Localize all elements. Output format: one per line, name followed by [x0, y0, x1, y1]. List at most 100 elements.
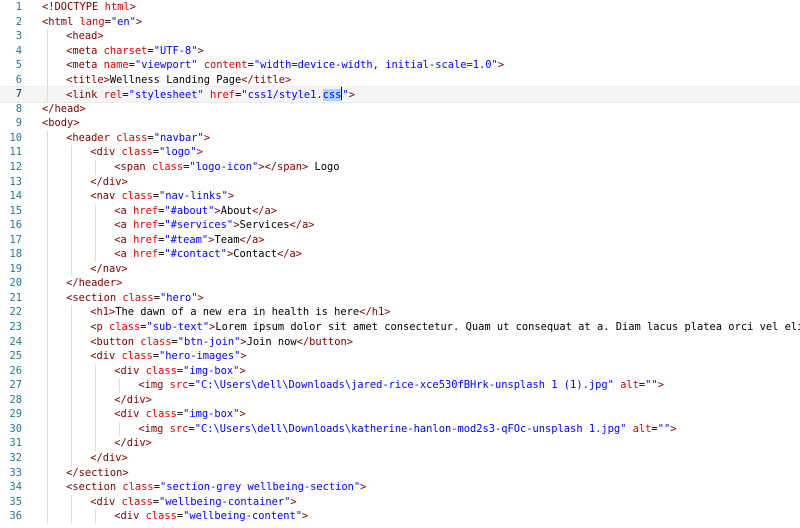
indent-guide — [71, 218, 73, 233]
code-text: <nav class="nav-links"> — [90, 189, 234, 204]
code-token: rel — [103, 89, 123, 102]
indent-guide — [47, 450, 48, 466]
code-token: class — [145, 408, 177, 421]
code-line[interactable]: 3 <head> — [0, 29, 800, 44]
code-line[interactable]: 33 </section> — [0, 465, 800, 481]
code-token: The dawn of a new era in health is here — [115, 306, 360, 319]
line-number: 20 — [9, 277, 22, 290]
code-line[interactable]: 24 <button class="btn-join">Join now</but… — [0, 334, 800, 350]
code-token: </a> — [277, 248, 303, 261]
code-token: Lorem ipsum dolor sit amet consectetur. … — [215, 321, 800, 334]
code-line[interactable]: 5 <meta name="viewport" content="width=de… — [0, 58, 800, 73]
code-line[interactable]: 31 </div> — [0, 436, 800, 451]
indent-guide — [47, 130, 48, 146]
indent-guide — [71, 145, 73, 161]
code-text: </nav> — [90, 262, 128, 277]
code-token: class — [121, 350, 153, 363]
indent-guide — [95, 232, 97, 248]
code-token: </nav> — [90, 262, 128, 275]
code-line[interactable]: 23 <p class="sub-text">Lorem ipsum dolor … — [0, 320, 800, 335]
code-token: </a> — [289, 219, 315, 232]
code-line[interactable]: 10 <header class="navbar"> — [0, 130, 800, 146]
code-line[interactable]: 35 <div class="wellbeing-container"> — [0, 494, 800, 510]
code-token: alt — [632, 422, 652, 435]
indent-guide — [95, 407, 97, 422]
line-number: 11 — [9, 146, 22, 159]
code-token: <div — [114, 510, 146, 523]
code-line[interactable]: 16 <a href="#services">Services</a> — [0, 218, 800, 233]
indent-guide — [47, 436, 48, 451]
code-line[interactable]: 17 <a href="#team">Team</a> — [0, 232, 800, 248]
line-number: 31 — [9, 437, 22, 450]
code-token: > — [360, 481, 367, 494]
code-token: lang — [79, 15, 105, 28]
code-text: <meta charset="UTF-8"> — [66, 44, 204, 59]
code-line[interactable]: 11 <div class="logo"> — [0, 145, 800, 161]
line-number: 29 — [9, 408, 22, 421]
code-line[interactable]: 6 <title>Wellness Landing Page</title> — [0, 72, 800, 88]
line-number: 30 — [9, 422, 22, 435]
code-line[interactable]: 25 <div class="hero-images"> — [0, 349, 800, 364]
indent-guide — [71, 363, 73, 379]
code-token: </head> — [42, 102, 86, 115]
code-token: <section — [66, 291, 123, 304]
code-line[interactable]: 32 </div> — [0, 450, 800, 466]
indent-guide — [47, 378, 48, 393]
code-line[interactable]: 12 <span class="logo-icon"></span> Logo — [0, 160, 800, 175]
indent-guide — [47, 174, 48, 190]
indent-guide — [47, 363, 48, 379]
code-text: </div> — [90, 175, 128, 190]
code-text: <h1>The dawn of a new era in health is h… — [90, 305, 390, 320]
code-line[interactable]: 4 <meta charset="UTF-8"> — [0, 43, 800, 59]
code-token: </a> — [251, 204, 277, 217]
code-line[interactable]: 27 <img src="C:\Users\dell\Downloads\jare… — [0, 378, 800, 393]
code-token: Team — [214, 233, 240, 246]
code-line[interactable]: 34 <section class="section-grey wellbeing… — [0, 480, 800, 495]
code-token: </header> — [66, 277, 123, 290]
code-text: <p class="sub-text">Lorem ipsum dolor si… — [90, 320, 800, 335]
code-text: <img src="C:\Users\dell\Downloads\kather… — [138, 422, 676, 437]
code-text: <head> — [66, 29, 104, 44]
code-token: > — [240, 350, 247, 363]
code-line[interactable]: 20 </header> — [0, 276, 800, 291]
code-line[interactable]: 28 </div> — [0, 392, 800, 408]
indent-guide — [71, 436, 73, 451]
code-token: ></span> — [258, 161, 309, 174]
indent-guide — [47, 189, 48, 204]
code-line[interactable]: 13 </div> — [0, 174, 800, 190]
indent-guide — [47, 465, 48, 481]
indent-guide — [95, 247, 97, 262]
code-text: </section> — [66, 466, 129, 481]
code-line[interactable]: 21 <section class="hero"> — [0, 290, 800, 306]
code-line[interactable]: 1 <!DOCTYPE html> — [0, 0, 800, 15]
code-token: Services — [239, 219, 290, 232]
code-line[interactable]: 30 <img src="C:\Users\dell\Downloads\kath… — [0, 421, 800, 437]
code-token: "stylesheet" — [128, 89, 204, 102]
code-token: "btn-join" — [177, 335, 241, 348]
code-token: "nav-links" — [159, 190, 228, 203]
code-token: </div> — [114, 437, 152, 450]
code-line[interactable]: 19 </nav> — [0, 261, 800, 277]
indent-guide — [95, 436, 97, 451]
code-line[interactable]: 29 <div class="img-box"> — [0, 407, 800, 422]
code-line[interactable]: 2 <html lang="en"> — [0, 15, 800, 30]
line-number: 4 — [15, 44, 22, 57]
line-number: 7 — [15, 88, 22, 101]
code-line[interactable]: 22 <h1>The dawn of a new era in health is… — [0, 305, 800, 321]
indent-guide — [71, 392, 73, 408]
code-line[interactable]: 8 </head> — [0, 102, 800, 117]
indent-guide — [47, 320, 48, 335]
code-line[interactable]: 15 <a href="#about">About</a> — [0, 203, 800, 219]
code-editor[interactable]: 1 <!DOCTYPE html> 2 <html lang="en"> 3 <head>… — [0, 0, 800, 528]
code-token: "viewport" — [134, 59, 198, 72]
code-line[interactable]: 9 <body> — [0, 116, 800, 131]
line-number: 8 — [15, 102, 22, 115]
indent-guide — [47, 160, 48, 175]
code-line[interactable]: 7 <link rel="stylesheet" href="css1/style… — [0, 86, 800, 103]
indent-guide — [47, 29, 48, 44]
indent-guide — [47, 232, 48, 248]
code-line[interactable]: 18 <a href="#contact">Contact</a> — [0, 247, 800, 262]
code-line[interactable]: 26 <div class="img-box"> — [0, 363, 800, 379]
code-line[interactable]: 14 <nav class="nav-links"> — [0, 189, 800, 204]
code-line[interactable]: 36 <div class="wellbeing-content"> — [0, 509, 800, 524]
